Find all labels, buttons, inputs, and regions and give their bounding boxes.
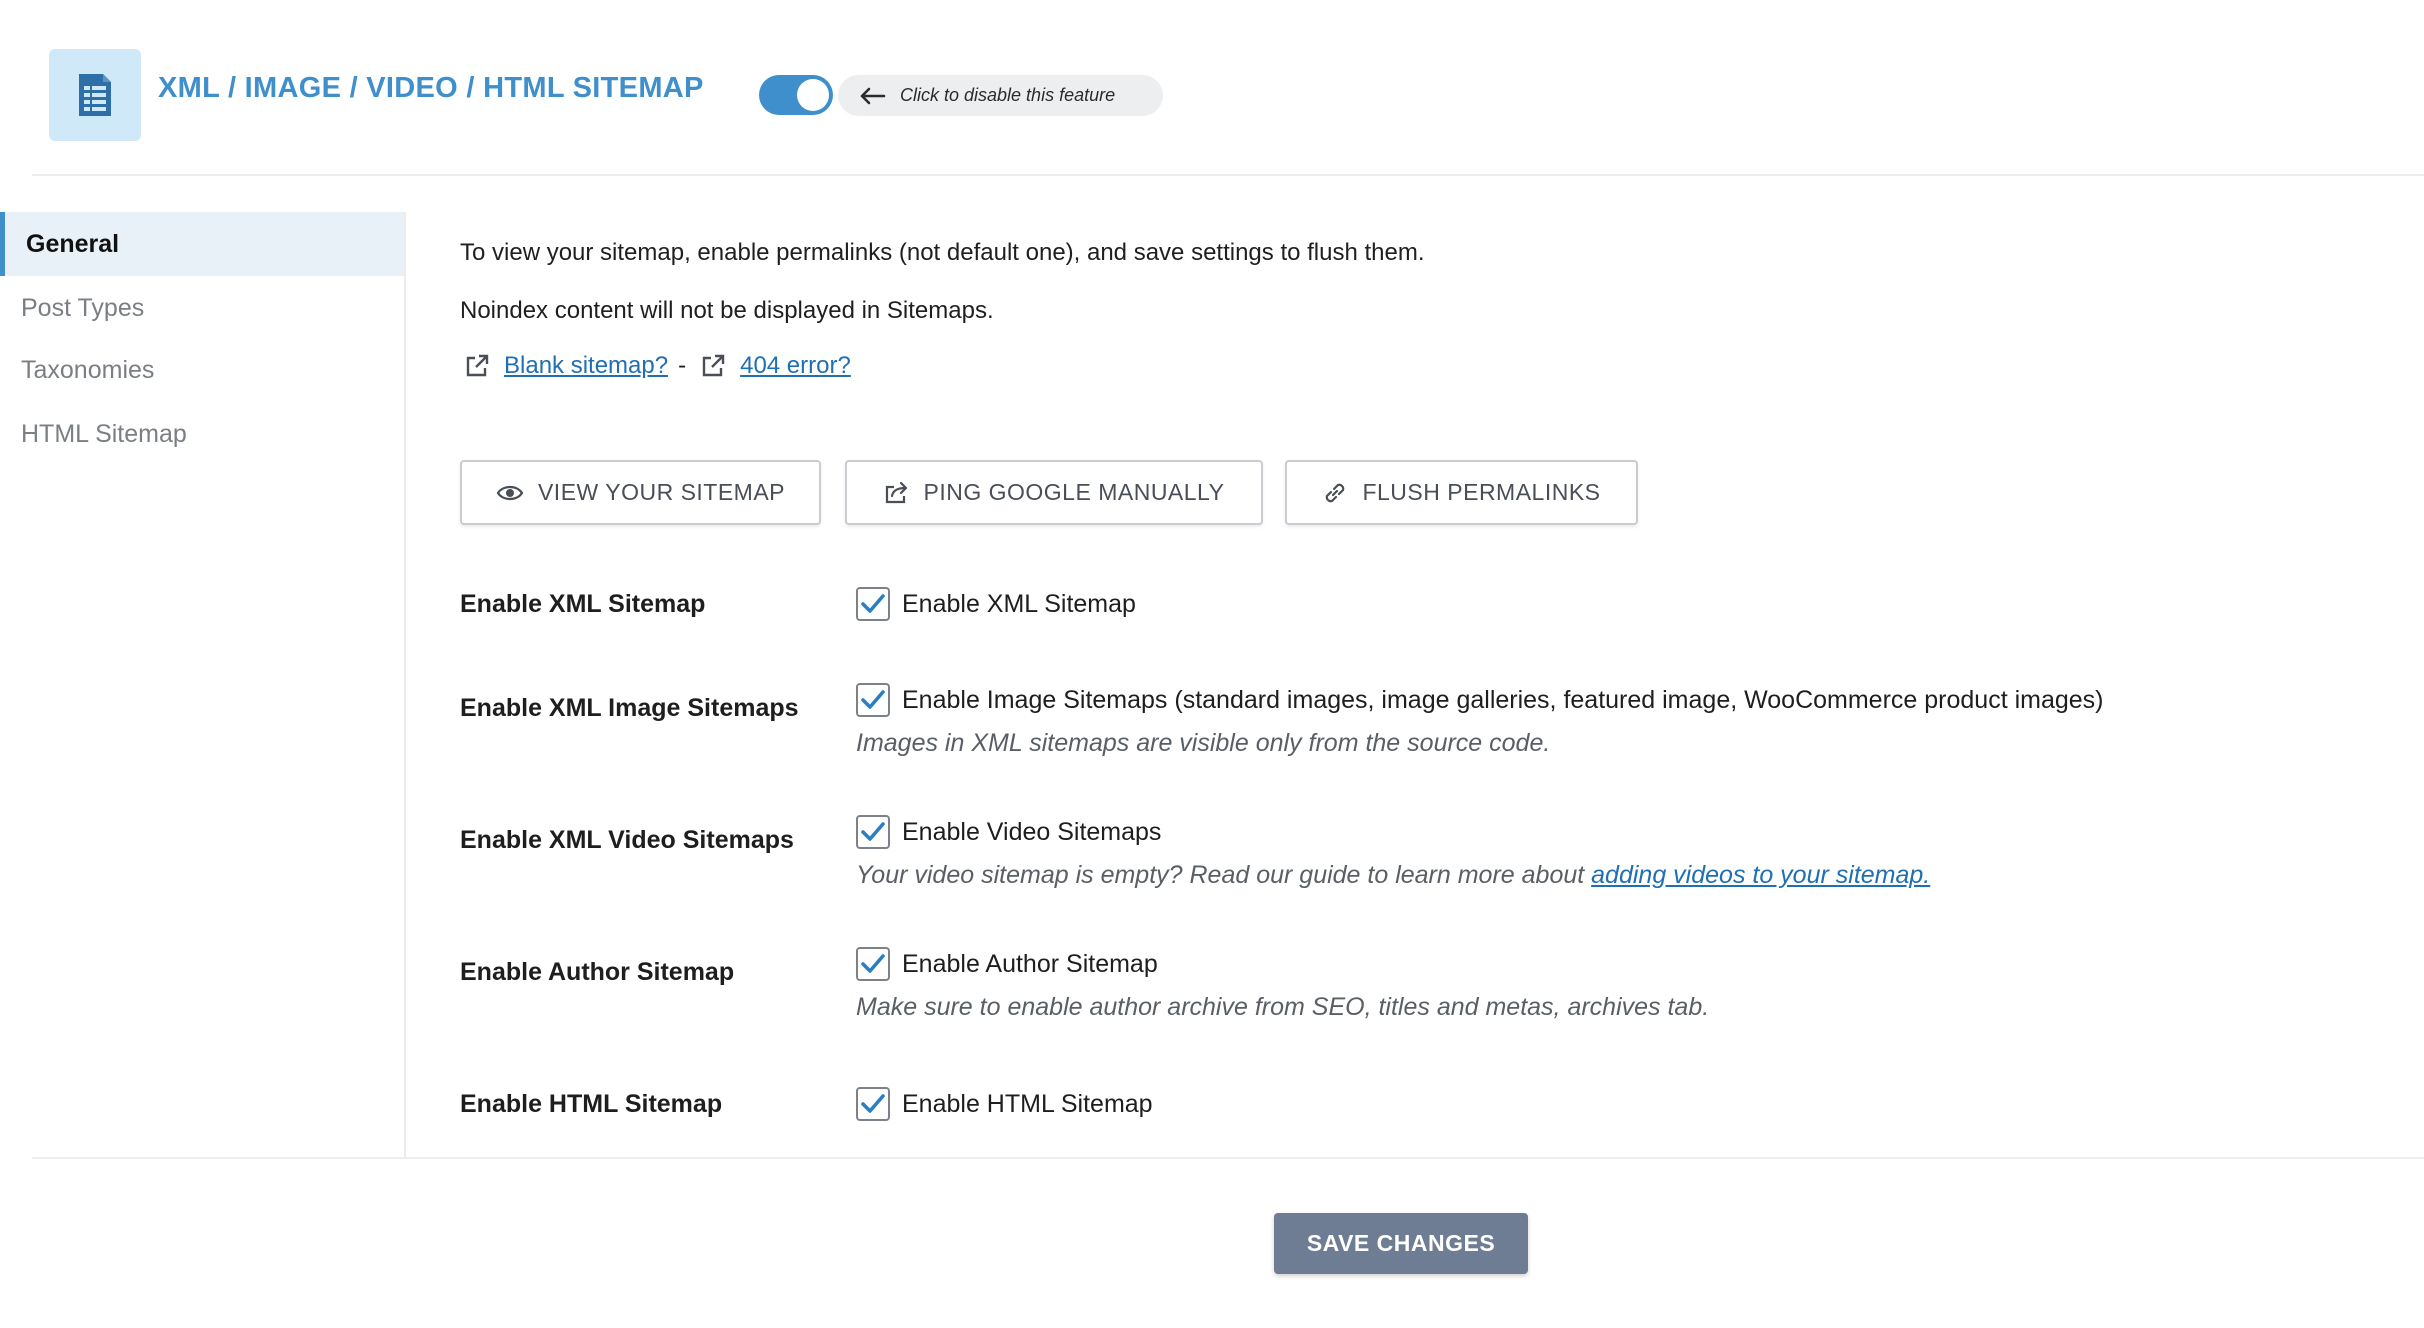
image-sitemaps-checkbox[interactable] — [856, 683, 890, 717]
sitemap-document-icon — [49, 49, 141, 141]
save-changes-button[interactable]: SAVE CHANGES — [1274, 1213, 1528, 1274]
intro-noindex-text: Noindex content will not be displayed in… — [460, 297, 994, 324]
video-sitemaps-checkbox-label: Enable Video Sitemaps — [902, 817, 1162, 846]
feature-toggle[interactable] — [759, 75, 833, 115]
header-divider — [32, 174, 2424, 176]
ping-google-label: PING GOOGLE MANUALLY — [923, 479, 1225, 505]
page-header: XML / IMAGE / VIDEO / HTML SITEMAP Click… — [0, 0, 2424, 176]
arrow-left-icon — [860, 87, 886, 104]
sidebar-item-post-types[interactable]: Post Types — [0, 276, 404, 340]
view-sitemap-label: VIEW YOUR SITEMAP — [537, 479, 786, 505]
image-sitemaps-hint: Images in XML sitemaps are visible only … — [856, 729, 1551, 757]
link-icon — [1326, 483, 1345, 502]
footer-divider — [32, 1157, 2424, 1159]
404-error-link[interactable]: 404 error? — [740, 352, 851, 380]
help-links: Blank sitemap? - 404 error? — [460, 350, 851, 382]
html-sitemap-checkbox-label: Enable HTML Sitemap — [902, 1089, 1153, 1118]
html-sitemap-checkbox[interactable] — [856, 1087, 890, 1121]
checkmark-icon — [861, 594, 885, 613]
xml-sitemap-checkbox[interactable] — [856, 587, 890, 621]
checkmark-icon — [861, 954, 885, 973]
setting-label-html-sitemap: Enable HTML Sitemap — [460, 1090, 723, 1118]
setting-label-author-sitemap: Enable Author Sitemap — [460, 958, 735, 986]
sidebar-item-general[interactable]: General — [0, 212, 404, 276]
setting-author-sitemap: Enable Author Sitemap — [856, 947, 1158, 981]
toggle-knob — [797, 79, 829, 111]
video-sitemaps-hint-text: Your video sitemap is empty? Read our gu… — [856, 861, 1592, 889]
settings-page: XML / IMAGE / VIDEO / HTML SITEMAP Click… — [0, 0, 2424, 1328]
video-sitemaps-hint: Your video sitemap is empty? Read our gu… — [856, 861, 1930, 890]
setting-html-sitemap: Enable HTML Sitemap — [856, 1087, 1153, 1121]
share-icon — [885, 481, 907, 503]
checkmark-icon — [861, 1094, 885, 1113]
sidebar-item-html-sitemap[interactable]: HTML Sitemap — [0, 402, 404, 466]
links-separator: - — [678, 352, 687, 379]
settings-sidebar: General Post Types Taxonomies HTML Sitem… — [0, 212, 406, 1157]
author-sitemap-checkbox-label: Enable Author Sitemap — [902, 949, 1158, 978]
checkmark-icon — [861, 822, 885, 841]
setting-xml-sitemap: Enable XML Sitemap — [856, 587, 1136, 621]
view-sitemap-button[interactable]: VIEW YOUR SITEMAP — [460, 460, 821, 525]
blank-sitemap-link[interactable]: Blank sitemap? — [504, 352, 668, 380]
image-sitemaps-checkbox-label: Enable Image Sitemaps (standard images, … — [902, 685, 2104, 714]
setting-image-sitemaps: Enable Image Sitemaps (standard images, … — [856, 683, 2104, 717]
page-title: XML / IMAGE / VIDEO / HTML SITEMAP — [158, 72, 704, 104]
author-sitemap-checkbox[interactable] — [856, 947, 890, 981]
video-sitemaps-checkbox[interactable] — [856, 815, 890, 849]
xml-sitemap-checkbox-label: Enable XML Sitemap — [902, 589, 1136, 618]
eye-icon — [496, 485, 524, 500]
toggle-hint: Click to disable this feature — [838, 75, 1163, 116]
setting-label-image-sitemaps: Enable XML Image Sitemaps — [460, 694, 799, 722]
setting-label-xml-sitemap: Enable XML Sitemap — [460, 590, 706, 618]
setting-video-sitemaps: Enable Video Sitemaps — [856, 815, 1161, 849]
external-link-icon — [466, 354, 489, 377]
toggle-hint-text: Click to disable this feature — [900, 85, 1116, 105]
checkmark-icon — [861, 690, 885, 709]
adding-videos-link[interactable]: adding videos to your sitemap. — [1591, 861, 1930, 889]
author-sitemap-hint: Make sure to enable author archive from … — [856, 993, 1710, 1021]
ping-google-button[interactable]: PING GOOGLE MANUALLY — [845, 460, 1263, 525]
flush-permalinks-label: FLUSH PERMALINKS — [1362, 479, 1601, 505]
sidebar-item-taxonomies[interactable]: Taxonomies — [0, 338, 404, 402]
setting-label-video-sitemaps: Enable XML Video Sitemaps — [460, 826, 794, 854]
external-link-icon — [702, 354, 725, 377]
flush-permalinks-button[interactable]: FLUSH PERMALINKS — [1285, 460, 1638, 525]
intro-permalinks-text: To view your sitemap, enable permalinks … — [460, 239, 1425, 266]
